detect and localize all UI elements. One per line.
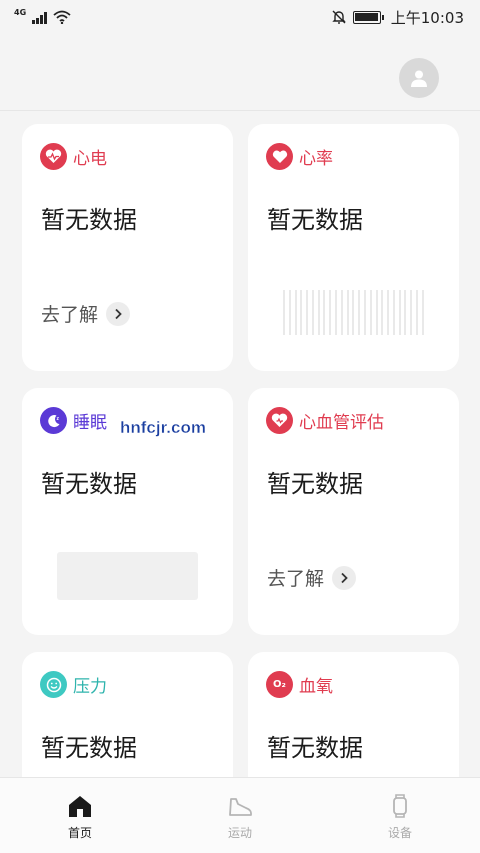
card-title: 压力 xyxy=(73,677,107,697)
card-title: 心血管评估 xyxy=(299,413,384,433)
oxygen-icon-label: O₂ xyxy=(273,679,286,690)
heart-rate-bars-placeholder xyxy=(283,290,424,335)
status-left: 4G xyxy=(14,7,71,24)
tab-device[interactable]: 设备 xyxy=(320,778,480,853)
svg-text:z: z xyxy=(56,416,59,422)
card-header: 心率 xyxy=(266,143,333,170)
card-cardio[interactable]: 心血管评估 暂无数据 去了解 xyxy=(248,388,459,635)
card-header: 心电 xyxy=(40,143,107,170)
bottom-tab-bar: 首页 运动 设备 xyxy=(0,777,480,853)
card-value: 暂无数据 xyxy=(267,470,363,498)
card-header: 心血管评估 xyxy=(266,407,384,434)
card-title: 心电 xyxy=(73,149,107,169)
card-value: 暂无数据 xyxy=(267,206,363,234)
wifi-icon xyxy=(53,10,71,24)
card-heart-rate[interactable]: 心率 暂无数据 xyxy=(248,124,459,371)
mute-bell-icon xyxy=(332,10,346,24)
avatar[interactable] xyxy=(399,58,439,98)
card-title: 血氧 xyxy=(299,677,333,697)
learn-more-label: 去了解 xyxy=(267,568,325,590)
clock: 上午10:03 xyxy=(390,8,464,27)
tab-label: 设备 xyxy=(387,826,412,840)
card-header: z 睡眠 xyxy=(40,407,107,434)
home-icon xyxy=(69,796,91,817)
tab-exercise[interactable]: 运动 xyxy=(160,778,320,853)
battery-icon xyxy=(352,10,384,24)
heart-ecg-icon xyxy=(40,143,67,170)
learn-more-link[interactable]: 去了解 xyxy=(267,564,357,591)
watch-icon xyxy=(393,794,407,818)
tab-home[interactable]: 首页 xyxy=(0,778,160,853)
user-icon xyxy=(411,70,427,87)
signal-icon xyxy=(32,11,47,24)
tab-label: 运动 xyxy=(227,826,252,840)
learn-more-label: 去了解 xyxy=(41,304,99,326)
shoe-icon xyxy=(229,798,252,816)
status-right: 上午10:03 xyxy=(331,7,464,28)
tab-label: 首页 xyxy=(67,826,92,840)
chevron-right-icon xyxy=(106,301,131,326)
status-bar: 4G 上午10:03 xyxy=(0,0,480,34)
card-value: 暂无数据 xyxy=(41,470,137,498)
card-header: O₂ 血氧 xyxy=(266,671,333,698)
moon-icon: z xyxy=(40,407,67,434)
chevron-right-icon xyxy=(332,565,357,590)
network-type: 4G xyxy=(14,7,27,17)
card-title: 睡眠 xyxy=(73,413,107,433)
card-value: 暂无数据 xyxy=(41,734,137,762)
card-value: 暂无数据 xyxy=(41,206,137,234)
heart-icon xyxy=(266,143,293,170)
watermark: hnfcjr.com xyxy=(120,418,206,437)
smile-icon xyxy=(40,671,67,698)
card-header: 压力 xyxy=(40,671,107,698)
learn-more-link[interactable]: 去了解 xyxy=(41,300,131,327)
card-ecg[interactable]: 心电 暂无数据 去了解 xyxy=(22,124,233,371)
sleep-chart-placeholder xyxy=(57,552,198,600)
header xyxy=(0,34,480,111)
oxygen-icon: O₂ xyxy=(266,671,293,698)
heart-pulse-icon xyxy=(266,407,293,434)
card-title: 心率 xyxy=(299,149,333,169)
card-value: 暂无数据 xyxy=(267,734,363,762)
